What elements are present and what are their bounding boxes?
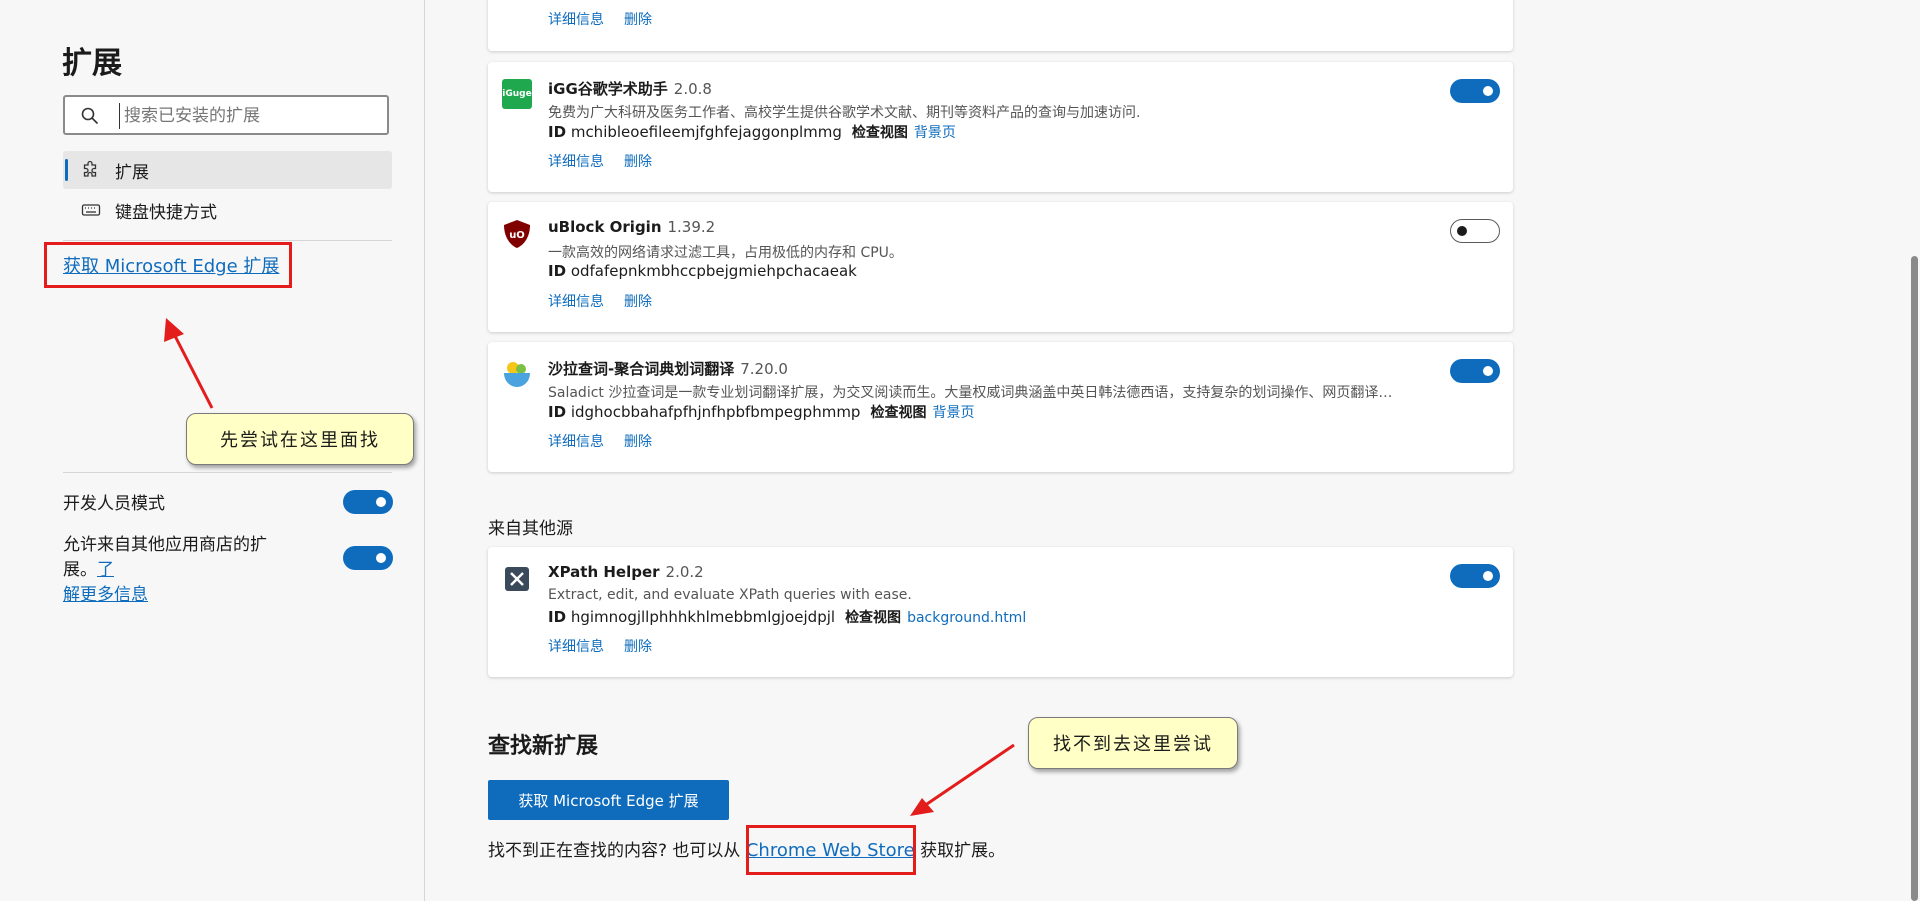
developer-mode-label: 开发人员模式 — [63, 494, 165, 514]
extension-id: ID idghocbbahafpfhjnfhpbfbmpegphmmp 检查视图背… — [548, 403, 975, 421]
annotation-tip: 先尝试在这里面找 — [186, 413, 414, 465]
divider — [63, 472, 392, 473]
annotation-highlight — [746, 825, 916, 875]
extension-toggle[interactable] — [1450, 219, 1500, 243]
remove-link[interactable]: 删除 — [624, 434, 652, 450]
get-edge-extensions-button[interactable]: 获取 Microsoft Edge 扩展 — [488, 780, 729, 820]
allow-other-stores-label: 允许来自其他应用商店的扩展。了解更多信息 — [63, 533, 293, 608]
extension-id: ID odfafepnkmbhccpbejgmiehpchacaeak — [548, 262, 857, 280]
extension-card: uO uBlock Origin 1.39.2 一款高效的网络请求过滤工具，占用极… — [488, 202, 1513, 332]
sidebar-item-label: 键盘快捷方式 — [115, 202, 217, 223]
annotation-arrow — [923, 743, 1015, 808]
extension-actions: 详细信息 删除 — [548, 636, 672, 656]
extension-card: iGuge iGG谷歌学术助手 2.0.8 免费为广大科研及医务工作者、高校学生提… — [488, 62, 1513, 192]
remove-link[interactable]: 删除 — [624, 294, 652, 310]
developer-mode-toggle[interactable] — [343, 490, 393, 514]
annotation-tip: 找不到去这里尝试 — [1028, 717, 1238, 769]
search-icon — [81, 107, 99, 125]
saladict-icon — [504, 362, 530, 387]
extension-id: ID mchibleoefileemjfghfejaggonplmmg 检查视图背… — [548, 123, 956, 141]
extension-description: Saladict 沙拉查词是一款专业划词翻译扩展，为交叉阅读而生。大量权威词典涵… — [548, 385, 1393, 401]
extension-card: 详细信息 删除 — [488, 0, 1513, 51]
find-new-extensions-heading: 查找新扩展 — [488, 734, 599, 759]
extension-description: Extract, edit, and evaluate XPath querie… — [548, 587, 912, 603]
remove-link[interactable]: 删除 — [624, 154, 652, 170]
details-link[interactable]: 详细信息 — [548, 154, 604, 170]
extension-actions: 详细信息 删除 — [548, 431, 672, 451]
allow-other-stores-toggle[interactable] — [343, 546, 393, 570]
search-input[interactable] — [119, 103, 386, 129]
details-link[interactable]: 详细信息 — [548, 12, 604, 28]
sidebar: 扩展 扩展 键盘快捷方式 获取 Microsoft Edge 扩展 先尝试在这里… — [0, 0, 425, 901]
extension-name: iGG谷歌学术助手 2.0.8 — [548, 80, 712, 98]
extension-actions: 详细信息 删除 — [548, 9, 672, 29]
puzzle-icon — [83, 160, 97, 177]
other-sources-heading: 来自其他源 — [488, 519, 573, 539]
remove-link[interactable]: 删除 — [624, 12, 652, 28]
learn-more-link[interactable]: 了 — [97, 560, 114, 580]
allow-other-stores-text: 允许来自其他应用商店的扩展。 — [63, 535, 267, 580]
search-box[interactable] — [63, 95, 389, 135]
extension-toggle[interactable] — [1450, 359, 1500, 383]
extension-actions: 详细信息 删除 — [548, 151, 672, 171]
igg-icon: iGuge — [502, 79, 532, 109]
scrollbar-thumb[interactable] — [1911, 256, 1918, 901]
page-title: 扩展 — [62, 46, 122, 81]
extension-name: XPath Helper 2.0.2 — [548, 563, 704, 581]
remove-link[interactable]: 删除 — [624, 639, 652, 655]
background-page-link[interactable]: 背景页 — [914, 125, 956, 141]
background-page-link[interactable]: 背景页 — [932, 405, 974, 421]
arrow-head-icon — [910, 798, 934, 816]
keyboard-icon — [81, 204, 101, 216]
sidebar-item-label: 扩展 — [115, 162, 149, 183]
extension-description: 免费为广大科研及医务工作者、高校学生提供谷歌学术文献、期刊等资料产品的查询与加速… — [548, 105, 1141, 121]
extension-id: ID hgimnogjllphhhkhlmebbmlgjoejdpjl 检查视图 b… — [548, 608, 1027, 626]
learn-more-link-cont[interactable]: 解更多信息 — [63, 585, 148, 605]
annotation-highlight — [44, 242, 292, 288]
divider — [63, 240, 392, 241]
background-page-link[interactable]: background.html — [907, 610, 1026, 626]
xpath-icon — [505, 567, 529, 591]
sidebar-item-keyboard-shortcuts[interactable]: 键盘快捷方式 — [63, 191, 392, 229]
extension-name: 沙拉查词-聚合词典划词翻译 7.20.0 — [548, 360, 788, 378]
extension-toggle[interactable] — [1450, 79, 1500, 103]
svg-text:uO: uO — [509, 230, 525, 241]
sidebar-item-extensions[interactable]: 扩展 — [63, 151, 392, 189]
details-link[interactable]: 详细信息 — [548, 639, 604, 655]
extension-card: XPath Helper 2.0.2 Extract, edit, and eva… — [488, 547, 1513, 677]
extension-description: 一款高效的网络请求过滤工具，占用极低的内存和 CPU。 — [548, 245, 903, 261]
extension-card: 沙拉查词-聚合词典划词翻译 7.20.0 Saladict 沙拉查词是一款专业划词… — [488, 342, 1513, 472]
extension-toggle[interactable] — [1450, 564, 1500, 588]
details-link[interactable]: 详细信息 — [548, 294, 604, 310]
extension-actions: 详细信息 删除 — [548, 291, 672, 311]
details-link[interactable]: 详细信息 — [548, 434, 604, 450]
ublock-icon: uO — [504, 220, 530, 248]
extension-name: uBlock Origin 1.39.2 — [548, 218, 716, 236]
